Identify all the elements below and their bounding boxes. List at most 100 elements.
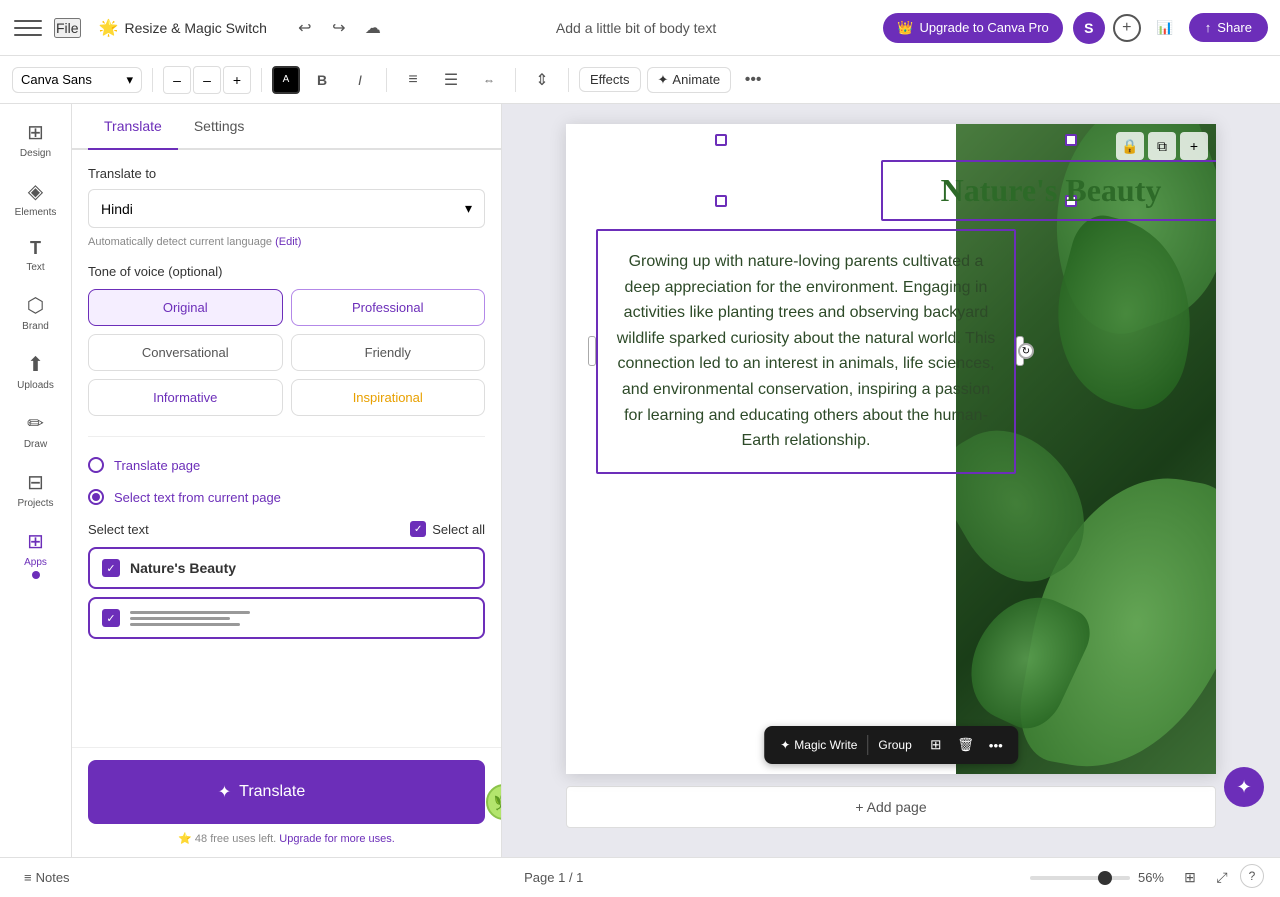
title-text-box[interactable]: Nature's Beauty bbox=[881, 160, 1216, 221]
file-menu[interactable]: File bbox=[54, 18, 81, 38]
upgrade-link[interactable]: Upgrade for more uses. bbox=[279, 833, 395, 845]
tab-settings[interactable]: Settings bbox=[178, 104, 261, 150]
sidebar-item-design[interactable]: ⊞ Design bbox=[4, 112, 68, 167]
animate-label: Animate bbox=[672, 72, 720, 87]
bottom-bar: ≡ Notes Page 1 / 1 56% ⊞ ⤢ ? bbox=[0, 857, 1280, 897]
text-item-body-checkbox[interactable]: ✓ bbox=[102, 609, 120, 627]
effects-button[interactable]: Effects bbox=[579, 67, 641, 92]
sidebar-item-elements[interactable]: ◈ Elements bbox=[4, 171, 68, 226]
text-item-title[interactable]: ✓ Nature's Beauty bbox=[88, 547, 485, 589]
translate-main-label: Translate bbox=[239, 783, 305, 801]
font-family-name: Canva Sans bbox=[21, 72, 92, 87]
translate-page-option[interactable]: Translate page bbox=[88, 449, 485, 481]
animate-button[interactable]: ✦ Animate bbox=[647, 67, 732, 93]
content-text-box[interactable]: Growing up with nature-loving parents cu… bbox=[596, 229, 1016, 474]
view-buttons: ⊞ ⤢ ? bbox=[1176, 864, 1264, 892]
tab-translate[interactable]: Translate bbox=[88, 104, 178, 150]
redo-button[interactable]: ↪ bbox=[323, 12, 355, 44]
help-button[interactable]: ? bbox=[1240, 864, 1264, 888]
font-family-selector[interactable]: Canva Sans ▾ bbox=[12, 67, 142, 93]
select-text-option[interactable]: Select text from current page bbox=[88, 481, 485, 513]
sidebar-item-apps[interactable]: ⊞ Apps bbox=[4, 521, 68, 587]
bold-button[interactable]: B bbox=[306, 64, 338, 96]
floating-toolbar: ✦ Magic Write Group ⊞ 🗑 ••• bbox=[764, 726, 1018, 764]
analytics-button[interactable]: 📊 bbox=[1149, 12, 1181, 44]
magic-write-button[interactable]: ✦ Magic Write bbox=[772, 734, 865, 756]
text-item-title-checkbox[interactable]: ✓ bbox=[102, 559, 120, 577]
preview-line-2 bbox=[130, 617, 230, 620]
undo-button[interactable]: ↩ bbox=[289, 12, 321, 44]
toolbar-separator-5 bbox=[568, 68, 569, 92]
canvas-page[interactable]: 🔒 ⧉ + Nature's Beauty bbox=[566, 124, 1216, 774]
select-all-checkbox[interactable]: ✓ Select all bbox=[410, 521, 485, 537]
share-button[interactable]: ↑ Share bbox=[1189, 13, 1268, 42]
sidebar-item-projects[interactable]: ⊟ Projects bbox=[4, 462, 68, 517]
resize-magic-switch-button[interactable]: 🌟 Resize & Magic Switch bbox=[91, 14, 275, 42]
italic-button[interactable]: I bbox=[344, 64, 376, 96]
tone-grid: Original Professional Conversational Fri… bbox=[88, 289, 485, 416]
add-collaborator-button[interactable]: + bbox=[1113, 14, 1141, 42]
float-copy-button[interactable]: ⊞ bbox=[922, 731, 950, 759]
group-button[interactable]: Group bbox=[870, 734, 919, 756]
tone-original-button[interactable]: Original bbox=[88, 289, 283, 326]
text-color-swatch[interactable]: A bbox=[272, 66, 300, 94]
edit-language-link[interactable]: (Edit) bbox=[275, 236, 301, 248]
canvas-scroll[interactable]: 🔒 ⧉ + Nature's Beauty bbox=[502, 104, 1280, 857]
tone-label: Tone of voice (optional) bbox=[88, 264, 485, 279]
zoom-slider[interactable] bbox=[1030, 876, 1130, 880]
add-element-button[interactable]: + bbox=[1180, 132, 1208, 160]
sidebar-item-draw[interactable]: ✏ Draw bbox=[4, 403, 68, 458]
translate-main-button[interactable]: ✦ Translate 🌿 bbox=[88, 760, 485, 824]
sidebar-item-elements-label: Elements bbox=[15, 207, 57, 218]
text-item-body[interactable]: ✓ bbox=[88, 597, 485, 639]
sel-handle-tr bbox=[1065, 134, 1077, 146]
font-size-decrease2-button[interactable]: – bbox=[193, 66, 221, 94]
preview-line-3 bbox=[130, 623, 240, 626]
copy-button[interactable]: ⧉ bbox=[1148, 132, 1176, 160]
ai-assist-button[interactable]: ✦ bbox=[1224, 767, 1264, 807]
document-title[interactable]: Add a little bit of body text bbox=[399, 20, 873, 36]
font-size-decrease-button[interactable]: – bbox=[163, 66, 191, 94]
select-text-radio[interactable] bbox=[88, 489, 104, 505]
add-page-button[interactable]: + Add page bbox=[566, 786, 1216, 828]
sidebar-item-text[interactable]: T Text bbox=[4, 230, 68, 281]
tone-informative-button[interactable]: Informative bbox=[88, 379, 283, 416]
sidebar-item-draw-label: Draw bbox=[24, 439, 47, 450]
translate-page-label: Translate page bbox=[114, 458, 200, 473]
float-more-button[interactable]: ••• bbox=[982, 731, 1010, 759]
topbar: File 🌟 Resize & Magic Switch ↩ ↪ ☁ Add a… bbox=[0, 0, 1280, 56]
align-center-button[interactable]: ☰ bbox=[435, 64, 467, 96]
language-dropdown[interactable]: Hindi ▾ bbox=[88, 189, 485, 228]
font-size-increase-button[interactable]: + bbox=[223, 66, 251, 94]
sidebar-item-apps-label: Apps bbox=[24, 557, 47, 568]
sidebar-item-brand[interactable]: ⬡ Brand bbox=[4, 285, 68, 340]
tone-conversational-button[interactable]: Conversational bbox=[88, 334, 283, 371]
fullscreen-button[interactable]: ⤢ bbox=[1208, 864, 1236, 892]
lock-button[interactable]: 🔒 bbox=[1116, 132, 1144, 160]
user-avatar[interactable]: S bbox=[1073, 12, 1105, 44]
rotation-handle[interactable]: ↻ bbox=[1018, 343, 1034, 359]
select-text-option-label: Select text from current page bbox=[114, 490, 281, 505]
resize-handle-left[interactable] bbox=[588, 336, 596, 366]
align-right-button[interactable]: ⇔ bbox=[473, 64, 505, 96]
notes-icon: ≡ bbox=[24, 870, 32, 885]
magic-write-icon: ✦ bbox=[780, 738, 790, 752]
tone-friendly-button[interactable]: Friendly bbox=[291, 334, 486, 371]
line-height-button[interactable]: ⇕ bbox=[526, 64, 558, 96]
draw-icon: ✏ bbox=[27, 411, 44, 436]
translate-to-label: Translate to bbox=[88, 166, 485, 181]
save-cloud-button[interactable]: ☁ bbox=[357, 12, 389, 44]
sidebar-item-uploads[interactable]: ⬆ Uploads bbox=[4, 344, 68, 399]
title-text: Nature's Beauty bbox=[897, 172, 1205, 209]
grid-view-button[interactable]: ⊞ bbox=[1176, 864, 1204, 892]
notes-button[interactable]: ≡ Notes bbox=[16, 866, 78, 889]
translate-page-radio[interactable] bbox=[88, 457, 104, 473]
align-left-button[interactable]: ≡ bbox=[397, 64, 429, 96]
tone-inspirational-button[interactable]: Inspirational bbox=[291, 379, 486, 416]
zoom-slider-thumb[interactable] bbox=[1098, 871, 1112, 885]
float-delete-button[interactable]: 🗑 bbox=[952, 731, 980, 759]
upgrade-button[interactable]: 👑 Upgrade to Canva Pro bbox=[883, 13, 1063, 43]
more-options-button[interactable]: ••• bbox=[737, 64, 769, 96]
tone-professional-button[interactable]: Professional bbox=[291, 289, 486, 326]
hamburger-menu[interactable] bbox=[12, 12, 44, 44]
